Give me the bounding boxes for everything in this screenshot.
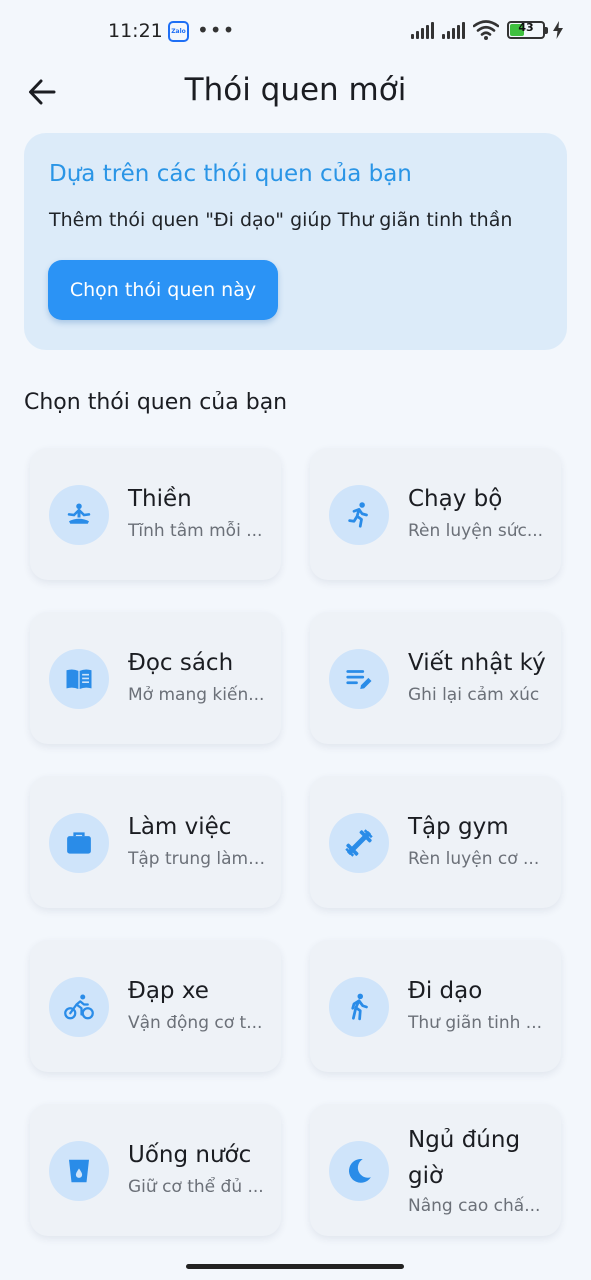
habit-card-drink-water[interactable]: Uống nước Giữ cơ thể đủ ...: [30, 1104, 281, 1236]
zalo-notification-icon: Zalo: [168, 21, 189, 42]
status-time: 11:21: [108, 20, 163, 42]
habit-desc: Rèn luyện cơ ...: [408, 849, 540, 869]
habit-card-journal[interactable]: Viết nhật ký Ghi lại cảm xúc: [310, 612, 561, 744]
habit-name: Đi dạo: [408, 978, 483, 1004]
battery-icon: 43: [507, 21, 548, 39]
habit-card-sleep[interactable]: Ngủ đúng giờ Nâng cao chấ...: [310, 1104, 561, 1236]
suggestion-title: Dựa trên các thói quen của bạn: [49, 161, 412, 187]
page-title: Thói quen mới: [184, 72, 407, 108]
habit-name: Đọc sách: [128, 650, 234, 676]
habit-card-gym[interactable]: Tập gym Rèn luyện cơ ...: [310, 776, 561, 908]
habit-card-meditation[interactable]: Thiền Tĩnh tâm mỗi ...: [30, 448, 281, 580]
moon-icon: [329, 1141, 389, 1201]
habit-desc: Giữ cơ thể đủ ...: [128, 1177, 264, 1197]
signal-icon: [411, 21, 434, 39]
charging-icon: [553, 21, 563, 39]
habit-desc: Mở mang kiến...: [128, 685, 265, 705]
status-bar: 11:21 Zalo ••• 43: [0, 0, 591, 64]
habit-card-running[interactable]: Chạy bộ Rèn luyện sức...: [310, 448, 561, 580]
habit-card-walking[interactable]: Đi dạo Thư giãn tinh ...: [310, 940, 561, 1072]
habit-card-cycling[interactable]: Đạp xe Vận động cơ t...: [30, 940, 281, 1072]
habit-name: Đạp xe: [128, 978, 209, 1004]
briefcase-icon: [49, 813, 109, 873]
suggestion-card: Dựa trên các thói quen của bạn Thêm thói…: [24, 133, 567, 350]
habit-name: Chạy bộ: [408, 486, 503, 512]
habit-card-reading[interactable]: Đọc sách Mở mang kiến...: [30, 612, 281, 744]
edit-note-icon: [329, 649, 389, 709]
habit-name: Làm việc: [128, 814, 232, 840]
dumbbell-icon: [329, 813, 389, 873]
habit-desc: Rèn luyện sức...: [408, 521, 544, 541]
status-icons: 43: [411, 20, 563, 40]
signal-icon: [442, 21, 465, 39]
habit-name: Ngủ đúng giờ: [408, 1127, 521, 1189]
choose-suggested-habit-button[interactable]: Chọn thói quen này: [48, 260, 278, 320]
habit-desc: Tập trung làm ...: [128, 849, 266, 869]
habit-name: Thiền: [128, 486, 192, 512]
walking-icon: [329, 977, 389, 1037]
habit-desc: Nâng cao chấ...: [408, 1196, 541, 1216]
habit-name: Viết nhật ký: [408, 650, 546, 676]
book-icon: [49, 649, 109, 709]
habit-desc: Thư giãn tinh ...: [408, 1013, 542, 1033]
meditation-icon: [49, 485, 109, 545]
habit-name: Tập gym: [408, 814, 509, 840]
water-glass-icon: [49, 1141, 109, 1201]
habit-desc: Tĩnh tâm mỗi ...: [128, 521, 263, 541]
habit-name: Uống nước: [128, 1142, 252, 1168]
habit-desc: Ghi lại cảm xúc: [408, 685, 540, 705]
suggestion-text: Thêm thói quen "Đi dạo" giúp Thư giãn ti…: [49, 209, 513, 231]
section-title: Chọn thói quen của bạn: [24, 390, 288, 415]
home-indicator[interactable]: [186, 1264, 404, 1269]
running-icon: [329, 485, 389, 545]
bicycle-icon: [49, 977, 109, 1037]
battery-level: 43: [518, 21, 534, 34]
wifi-icon: [473, 20, 499, 40]
habit-desc: Vận động cơ t...: [128, 1013, 263, 1033]
habit-card-work[interactable]: Làm việc Tập trung làm ...: [30, 776, 281, 908]
more-notifications-icon: •••: [197, 18, 236, 42]
